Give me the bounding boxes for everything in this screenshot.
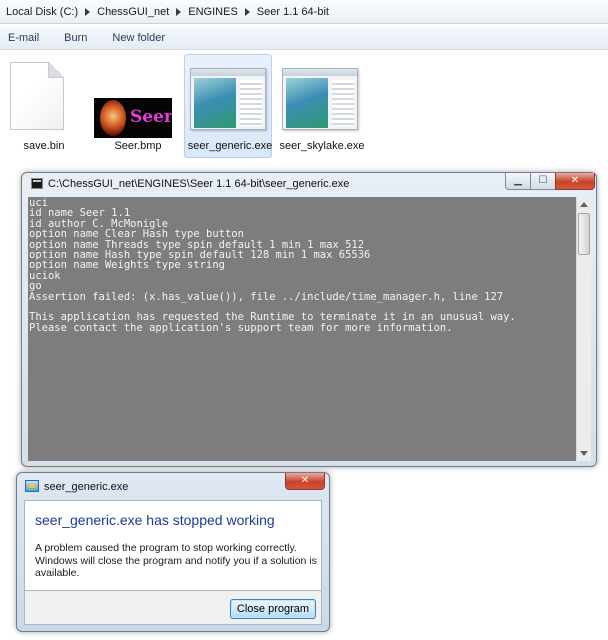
console-window[interactable]: C:\ChessGUI_net\ENGINES\Seer 1.1 64-bit\… (21, 172, 597, 467)
console-line: Assertion failed: (x.has_value()), file … (29, 290, 504, 303)
burn-button[interactable]: Burn (64, 32, 87, 44)
file-name: seer_generic.exe (187, 140, 273, 152)
maximize-icon: ☐ (538, 175, 548, 186)
file-name: Seer.bmp (114, 140, 162, 152)
breadcrumb-seer[interactable]: Seer 1.1 64-bit (257, 6, 329, 18)
file-item-seer-generic-exe[interactable]: seer_generic.exe (184, 52, 276, 162)
console-line: option name Weights type string (29, 259, 225, 272)
console-text: uci id name Seer 1.1 id author C. McMonigl… (28, 197, 576, 334)
file-name: seer_skylake.exe (279, 140, 365, 152)
application-icon (25, 480, 39, 492)
breadcrumb-separator-icon[interactable] (244, 7, 250, 16)
application-icon (282, 68, 358, 130)
minimize-icon: ▁ (514, 175, 522, 186)
dialog-close-button[interactable]: ✕ (285, 473, 325, 490)
close-program-button[interactable]: Close program (230, 599, 316, 619)
image-thumbnail-icon: Seer (94, 98, 172, 138)
dialog-body: seer_generic.exe has stopped working A p… (24, 500, 322, 591)
file-list: save.bin Seer Seer.bmp seer_generic.exe … (0, 52, 608, 170)
new-folder-button[interactable]: New folder (112, 32, 165, 44)
dialog-message: A problem caused the program to stop wor… (35, 542, 317, 579)
minimize-button[interactable]: ▁ (505, 173, 531, 190)
file-item-seer-bmp[interactable]: Seer Seer.bmp (92, 52, 184, 162)
breadcrumb-separator-icon[interactable] (85, 7, 91, 16)
dialog-heading: seer_generic.exe has stopped working (35, 512, 275, 528)
maximize-button[interactable]: ☐ (530, 173, 556, 190)
breadcrumb-engines[interactable]: ENGINES (188, 6, 238, 18)
console-line: Please contact the application's support… (29, 321, 453, 334)
console-app-icon[interactable] (31, 178, 43, 189)
close-button[interactable]: ✕ (555, 173, 595, 190)
scroll-up-icon[interactable] (580, 202, 588, 207)
breadcrumb-separator-icon[interactable] (176, 7, 182, 16)
console-output[interactable]: uci id name Seer 1.1 id author C. McMonigl… (28, 197, 576, 461)
dialog-title: seer_generic.exe (44, 481, 129, 493)
email-button[interactable]: E-mail (8, 32, 39, 44)
explorer-toolbar: E-mail Burn New folder (0, 26, 608, 50)
thumbnail-text: Seer (130, 107, 172, 127)
application-icon (190, 68, 266, 130)
close-icon: ✕ (570, 175, 580, 186)
breadcrumb-chessgui[interactable]: ChessGUI_net (97, 6, 169, 18)
breadcrumb-local-disk[interactable]: Local Disk (C:) (6, 6, 78, 18)
file-item-save-bin[interactable]: save.bin (0, 52, 90, 162)
document-icon (10, 62, 64, 130)
file-name: save.bin (23, 140, 65, 152)
error-dialog[interactable]: seer_generic.exe ✕ seer_generic.exe has … (16, 472, 330, 632)
scroll-thumb[interactable] (578, 213, 590, 255)
scroll-down-icon[interactable] (580, 451, 588, 456)
console-line: uciok (29, 269, 61, 282)
console-titlebar[interactable]: C:\ChessGUI_net\ENGINES\Seer 1.1 64-bit\… (22, 173, 596, 195)
console-line: option name Clear Hash type button (29, 228, 244, 241)
vertical-scrollbar[interactable] (576, 197, 591, 461)
close-icon: ✕ (300, 475, 310, 486)
console-line: go (29, 280, 42, 293)
console-title: C:\ChessGUI_net\ENGINES\Seer 1.1 64-bit\… (48, 178, 350, 190)
file-item-seer-skylake-exe[interactable]: seer_skylake.exe (276, 52, 368, 162)
portrait-graphic (100, 100, 126, 136)
address-bar[interactable]: Local Disk (C:) ChessGUI_net ENGINES See… (0, 0, 608, 24)
